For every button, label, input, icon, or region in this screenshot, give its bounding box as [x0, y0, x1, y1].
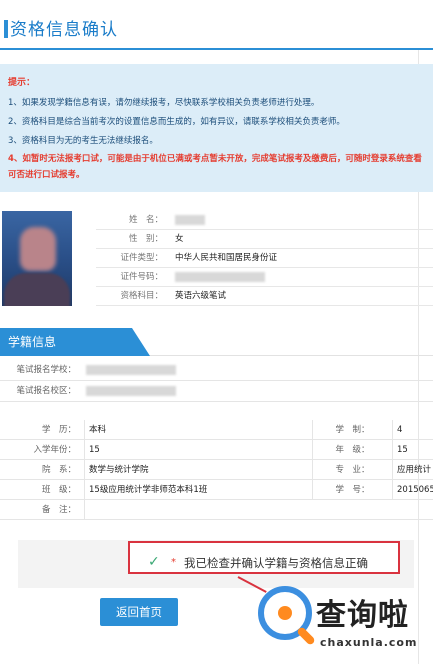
registration-value-redacted	[86, 381, 176, 402]
grid-label: 备 注：	[41, 505, 76, 515]
grid-label: 班 级：	[41, 485, 76, 495]
grid-label: 院 系：	[41, 465, 76, 475]
registration-table: 笔试报名学校： 笔试报名校区：	[0, 360, 433, 402]
profile-section: 姓 名： 性 别： 女 证件类型： 中华人民共和国居民身份证 证件号码： 资格科…	[0, 205, 433, 325]
grid-row: 备 注：	[0, 500, 433, 520]
profile-row-subject: 资格科目： 英语六级笔试	[96, 287, 433, 306]
grid-value	[84, 500, 312, 520]
grid-value: 4	[392, 420, 433, 440]
profile-label: 性 别：	[128, 234, 163, 244]
section-header: 学籍信息	[0, 326, 433, 356]
grid-row: 院 系： 数学与统计学院 专 业： 应用统计	[0, 460, 433, 480]
grid-row: 入学年份： 15 年 级： 15	[0, 440, 433, 460]
registration-row: 笔试报名校区：	[0, 381, 433, 402]
redacted-block	[175, 271, 265, 282]
profile-label: 证件类型：	[120, 253, 163, 263]
avatar	[2, 211, 72, 306]
registration-row: 笔试报名学校：	[0, 360, 433, 381]
grid-value: 15	[392, 440, 433, 460]
logo-dot	[278, 606, 292, 620]
grid-value: 本科	[84, 420, 312, 440]
grid-value: 应用统计	[392, 460, 433, 480]
grid-label: 学 制：	[312, 420, 392, 440]
checkmark-icon[interactable]: ✓	[148, 555, 160, 569]
avatar-face-blurred	[20, 227, 56, 271]
student-info-grid: 学 历： 本科 学 制： 4 入学年份： 15 年 级： 15 院 系： 数学与…	[0, 420, 433, 520]
section-title-tab: 学籍信息	[0, 328, 150, 356]
tips-panel: 提示： 1、如果发现学籍信息有误，请勿继续报考，尽快联系学校相关负责老师进行处理…	[0, 64, 433, 192]
redacted-block	[86, 385, 176, 396]
grid-value: 15	[84, 440, 312, 460]
tip-item-1: 1、如果发现学籍信息有误，请勿继续报考，尽快联系学校相关负责老师进行处理。	[8, 98, 320, 108]
grid-value: 15级应用统计学非师范本科1班	[84, 480, 312, 500]
profile-value: 英语六级笔试	[175, 291, 227, 301]
profile-value: 中华人民共和国居民身份证	[175, 253, 278, 263]
tip-item-3: 3、资格科目为无的考生无法继续报名。	[8, 136, 158, 146]
tip-warning: 4、如暂时无法报考口试，可能是由于机位已满或考点暂未开放，完成笔试报考及缴费后，…	[8, 154, 422, 180]
registration-label: 笔试报名校区：	[16, 386, 76, 396]
profile-value-redacted	[175, 268, 265, 287]
redacted-block	[175, 214, 205, 225]
grid-value: 数学与统计学院	[84, 460, 312, 480]
profile-row-name: 姓 名：	[96, 211, 433, 230]
profile-row-id-number: 证件号码：	[96, 268, 433, 287]
title-accent-bar	[4, 20, 8, 38]
watermark-logo-icon	[258, 586, 316, 646]
page-title: 资格信息确认	[10, 20, 118, 40]
profile-label: 姓 名：	[128, 215, 163, 225]
watermark-url: chaxunla.com	[320, 636, 418, 649]
profile-label: 证件号码：	[120, 272, 163, 282]
grid-label: 年 级：	[312, 440, 392, 460]
profile-row-id-type: 证件类型： 中华人民共和国居民身份证	[96, 249, 433, 268]
watermark: 查询啦 chaxunla.com	[258, 584, 433, 664]
profile-label: 资格科目：	[120, 291, 163, 301]
profile-value: 女	[175, 234, 184, 244]
confirm-label[interactable]: 我已检查并确认学籍与资格信息正确	[184, 555, 368, 571]
grid-label: 专 业：	[312, 460, 392, 480]
grid-label: 学 号：	[312, 480, 392, 500]
registration-label: 笔试报名学校：	[16, 365, 76, 375]
profile-table: 姓 名： 性 别： 女 证件类型： 中华人民共和国居民身份证 证件号码： 资格科…	[96, 211, 433, 306]
grid-value: 2015065	[392, 480, 433, 500]
page-header: 资格信息确认	[0, 0, 433, 50]
back-home-button[interactable]: 返回首页	[100, 598, 178, 626]
grid-row: 学 历： 本科 学 制： 4	[0, 420, 433, 440]
redacted-block	[86, 364, 176, 375]
avatar-shoulders	[4, 273, 70, 306]
profile-value-redacted	[175, 211, 205, 230]
profile-row-gender: 性 别： 女	[96, 230, 433, 249]
grid-label: 学 历：	[41, 425, 76, 435]
tips-title: 提示：	[8, 78, 36, 88]
logo-tail	[296, 626, 316, 646]
grid-row: 班 级： 15级应用统计学非师范本科1班 学 号： 2015065	[0, 480, 433, 500]
tip-item-2: 2、资格科目是综合当前考次的设置信息而生成的，如有异议，请联系学校相关负责老师。	[8, 117, 345, 127]
watermark-text: 查询啦	[316, 598, 409, 633]
registration-value-redacted	[86, 360, 176, 381]
grid-label: 入学年份：	[33, 445, 76, 455]
required-star: *	[171, 557, 176, 568]
